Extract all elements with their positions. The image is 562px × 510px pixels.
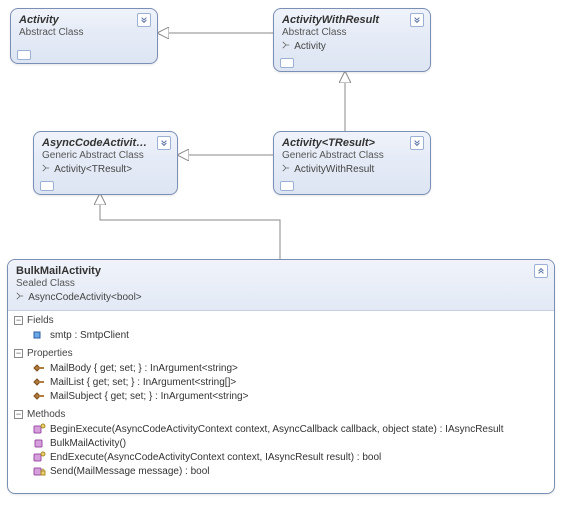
expand-toggle-icon[interactable] [157,136,171,150]
property-icon [32,390,46,402]
class-stereotype: Abstract Class [282,27,422,39]
class-inherit: Activity<TResult> [42,164,169,176]
section-header[interactable]: − Methods [8,407,554,422]
class-title: Activity [19,13,149,27]
class-title: ActivityWithResult [282,13,422,27]
toggle-minus-icon[interactable]: − [14,410,23,419]
section-label: Fields [27,315,54,326]
method-item[interactable]: Send(MailMessage message) : bool [8,464,554,478]
method-override-icon [32,423,46,435]
property-item[interactable]: MailList { get; set; } : InArgument<stri… [8,375,554,389]
section-properties: − Properties MailBody { get; set; } : In… [8,344,554,405]
property-icon [32,362,46,374]
class-header: ActivityWithResult Abstract Class Activi… [274,9,430,59]
inherit-arrow-icon [42,164,50,172]
class-stereotype: Abstract Class [19,27,149,39]
inherit-label: Activity [294,41,326,52]
expand-toggle-icon[interactable] [410,136,424,150]
section-methods: − Methods BeginExecute(AsyncCodeActivity… [8,405,554,480]
class-title: AsyncCodeActivit… [42,136,169,150]
expand-corner-icon[interactable] [280,58,294,68]
member-text: BeginExecute(AsyncCodeActivityContext co… [50,424,504,435]
property-icon [32,376,46,388]
class-activity-with-result[interactable]: ActivityWithResult Abstract Class Activi… [273,8,431,72]
inherit-label: Activity<TResult> [54,164,132,175]
class-header: Activity Abstract Class [11,9,157,45]
inherit-label: AsyncCodeActivity<bool> [28,292,141,303]
toggle-minus-icon[interactable]: − [14,349,23,358]
inherit-label: ActivityWithResult [294,164,374,175]
class-inherit: ActivityWithResult [282,164,422,176]
class-bulk-mail-activity[interactable]: BulkMailActivity Sealed Class AsyncCodeA… [7,259,555,494]
method-item[interactable]: EndExecute(AsyncCodeActivityContext cont… [8,450,554,464]
class-async-code-activity[interactable]: AsyncCodeActivit… Generic Abstract Class… [33,131,178,195]
property-item[interactable]: MailSubject { get; set; } : InArgument<s… [8,389,554,403]
inherit-arrow-icon [16,292,24,300]
class-inherit: Activity [282,41,422,53]
class-title: Activity<TResult> [282,136,422,150]
member-text: BulkMailActivity() [50,438,126,449]
property-item[interactable]: MailBody { get; set; } : InArgument<stri… [8,361,554,375]
method-item[interactable]: BeginExecute(AsyncCodeActivityContext co… [8,422,554,436]
expand-toggle-icon[interactable] [137,13,151,27]
method-private-icon [32,465,46,477]
member-text: Send(MailMessage message) : bool [50,466,210,477]
section-header[interactable]: − Fields [8,313,554,328]
class-header: Activity<TResult> Generic Abstract Class… [274,132,430,182]
member-text: MailBody { get; set; } : InArgument<stri… [50,363,238,374]
method-override-icon [32,451,46,463]
class-inherit: AsyncCodeActivity<bool> [16,292,546,304]
field-icon [32,329,46,341]
class-header: BulkMailActivity Sealed Class AsyncCodeA… [8,260,554,311]
section-label: Methods [27,409,65,420]
class-stereotype: Generic Abstract Class [42,150,169,162]
section-label: Properties [27,348,73,359]
section-fields: − Fields smtp : SmtpClient [8,311,554,344]
expand-corner-icon[interactable] [40,181,54,191]
field-item[interactable]: smtp : SmtpClient [8,328,554,342]
section-header[interactable]: − Properties [8,346,554,361]
member-text: smtp : SmtpClient [50,330,129,341]
expand-toggle-icon[interactable] [410,13,424,27]
class-stereotype: Sealed Class [16,278,546,290]
class-header: AsyncCodeActivit… Generic Abstract Class… [34,132,177,182]
method-item[interactable]: BulkMailActivity() [8,436,554,450]
class-activity-tresult[interactable]: Activity<TResult> Generic Abstract Class… [273,131,431,195]
collapse-toggle-icon[interactable] [534,264,548,278]
inherit-arrow-icon [282,164,290,172]
class-stereotype: Generic Abstract Class [282,150,422,162]
member-text: EndExecute(AsyncCodeActivityContext cont… [50,452,381,463]
expand-corner-icon[interactable] [280,181,294,191]
member-text: MailList { get; set; } : InArgument<stri… [50,377,236,388]
method-icon [32,437,46,449]
expand-corner-icon[interactable] [17,50,31,60]
inherit-arrow-icon [282,41,290,49]
class-activity[interactable]: Activity Abstract Class [10,8,158,64]
member-text: MailSubject { get; set; } : InArgument<s… [50,391,248,402]
toggle-minus-icon[interactable]: − [14,316,23,325]
class-title: BulkMailActivity [16,264,546,278]
